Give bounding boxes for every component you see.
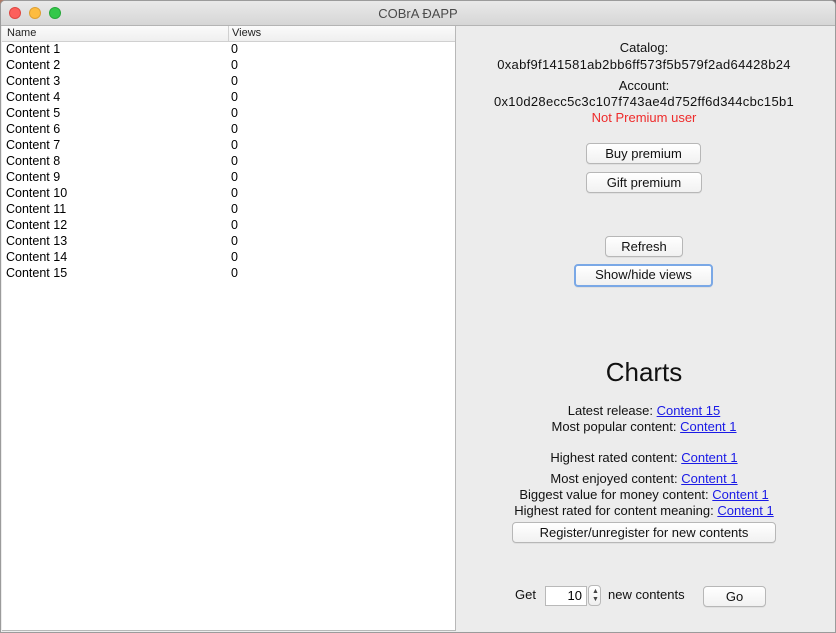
column-header-name[interactable]: Name — [7, 27, 36, 39]
column-header-views[interactable]: Views — [232, 27, 261, 39]
table-row[interactable]: Content 14 0 — [2, 250, 455, 266]
highest-meaning-link[interactable]: Content 1 — [717, 503, 773, 518]
highest-meaning-label: Highest rated for content meaning: — [514, 503, 714, 518]
title-bar[interactable]: COBrA ÐAPP — [1, 1, 835, 26]
highest-rated-link[interactable]: Content 1 — [681, 450, 737, 465]
app-window: COBrA ÐAPP Name Views Content 1 0 Content … — [0, 0, 836, 633]
row-views-cell: 0 — [231, 138, 238, 152]
most-enjoyed-link[interactable]: Content 1 — [681, 471, 737, 486]
table-row[interactable]: Content 15 0 — [2, 266, 455, 282]
highest-meaning-line: Highest rated for content meaning: Conte… — [457, 503, 831, 518]
register-new-contents-button[interactable]: Register/unregister for new contents — [512, 522, 776, 543]
row-views-cell: 0 — [231, 154, 238, 168]
biggest-value-label: Biggest value for money content: — [519, 487, 709, 502]
row-name-cell: Content 9 — [6, 170, 61, 184]
row-views-cell: 0 — [231, 218, 238, 232]
stepper-down-icon[interactable]: ▼ — [592, 596, 599, 603]
table-row[interactable]: Content 8 0 — [2, 154, 455, 170]
row-views-cell: 0 — [231, 170, 238, 184]
row-name-cell: Content 13 — [6, 234, 68, 248]
most-popular-label: Most popular content: — [551, 419, 677, 434]
row-name-cell: Content 2 — [6, 58, 61, 72]
premium-status: Not Premium user — [591, 110, 697, 125]
charts-title: Charts — [605, 357, 683, 387]
row-name-cell: Content 11 — [6, 202, 67, 216]
window-title: COBrA ÐAPP — [378, 6, 458, 21]
content-table: Name Views Content 1 0 Content 2 0 Content 3… — [2, 26, 456, 631]
buy-premium-button[interactable]: Buy premium — [586, 143, 701, 164]
row-views-cell: 0 — [231, 42, 238, 56]
go-button[interactable]: Go — [703, 586, 766, 607]
account-label: Account: — [618, 78, 670, 93]
row-name-cell: Content 7 — [6, 138, 61, 152]
column-divider[interactable] — [228, 26, 229, 41]
row-views-cell: 0 — [231, 90, 238, 104]
row-name-cell: Content 6 — [6, 122, 61, 136]
most-popular-link[interactable]: Content 1 — [680, 419, 736, 434]
row-views-cell: 0 — [231, 234, 238, 248]
table-row[interactable]: Content 13 0 — [2, 234, 455, 250]
row-views-cell: 0 — [231, 74, 238, 88]
row-name-cell: Content 14 — [6, 250, 68, 264]
table-row[interactable]: Content 6 0 — [2, 122, 455, 138]
row-name-cell: Content 15 — [6, 266, 68, 280]
latest-release-line: Latest release: Content 15 — [457, 403, 831, 418]
count-stepper[interactable]: ▲ ▼ — [588, 585, 601, 606]
gift-premium-button[interactable]: Gift premium — [586, 172, 702, 193]
table-row[interactable]: Content 7 0 — [2, 138, 455, 154]
catalog-address: 0xabf9f141581ab2bb6ff573f5b579f2ad64428b… — [497, 57, 791, 72]
stepper-up-icon[interactable]: ▲ — [592, 588, 599, 595]
account-address: 0x10d28ecc5c3c107f743ae4d752ff6d344cbc15… — [493, 94, 795, 109]
row-views-cell: 0 — [231, 186, 238, 200]
highest-rated-line: Highest rated content: Content 1 — [457, 450, 831, 465]
table-row[interactable]: Content 4 0 — [2, 90, 455, 106]
side-panel: Catalog: 0xabf9f141581ab2bb6ff573f5b579f… — [457, 26, 835, 632]
most-popular-line: Most popular content: Content 1 — [457, 419, 831, 434]
row-views-cell: 0 — [231, 250, 238, 264]
biggest-value-link[interactable]: Content 1 — [712, 487, 768, 502]
table-row[interactable]: Content 9 0 — [2, 170, 455, 186]
table-row[interactable]: Content 10 0 — [2, 186, 455, 202]
row-name-cell: Content 5 — [6, 106, 61, 120]
refresh-button[interactable]: Refresh — [605, 236, 683, 257]
most-enjoyed-line: Most enjoyed content: Content 1 — [457, 471, 831, 486]
row-name-cell: Content 4 — [6, 90, 61, 104]
highest-rated-label: Highest rated content: — [550, 450, 678, 465]
row-views-cell: 0 — [231, 106, 238, 120]
table-row[interactable]: Content 12 0 — [2, 218, 455, 234]
row-views-cell: 0 — [231, 58, 238, 72]
table-row[interactable]: Content 11 0 — [2, 202, 455, 218]
new-contents-count-input[interactable]: 10 — [545, 586, 587, 606]
table-row[interactable]: Content 2 0 — [2, 58, 455, 74]
get-label: Get — [515, 587, 536, 602]
latest-release-link[interactable]: Content 15 — [657, 403, 721, 418]
row-name-cell: Content 3 — [6, 74, 61, 88]
row-name-cell: Content 12 — [6, 218, 68, 232]
row-views-cell: 0 — [231, 266, 238, 280]
table-row[interactable]: Content 1 0 — [2, 42, 455, 58]
row-name-cell: Content 10 — [6, 186, 68, 200]
table-header: Name Views — [2, 26, 455, 42]
table-row[interactable]: Content 5 0 — [2, 106, 455, 122]
most-enjoyed-label: Most enjoyed content: — [550, 471, 678, 486]
latest-release-label: Latest release: — [567, 403, 654, 418]
row-views-cell: 0 — [231, 202, 238, 216]
row-name-cell: Content 1 — [6, 42, 61, 56]
row-name-cell: Content 8 — [6, 154, 61, 168]
table-row[interactable]: Content 3 0 — [2, 74, 455, 90]
row-views-cell: 0 — [231, 122, 238, 136]
show-hide-views-button[interactable]: Show/hide views — [574, 264, 713, 287]
biggest-value-line: Biggest value for money content: Content… — [457, 487, 831, 502]
catalog-label: Catalog: — [619, 40, 669, 55]
new-contents-label: new contents — [608, 587, 685, 602]
table-body: Content 1 0 Content 2 0 Content 3 0 Content 40… — [2, 42, 455, 282]
